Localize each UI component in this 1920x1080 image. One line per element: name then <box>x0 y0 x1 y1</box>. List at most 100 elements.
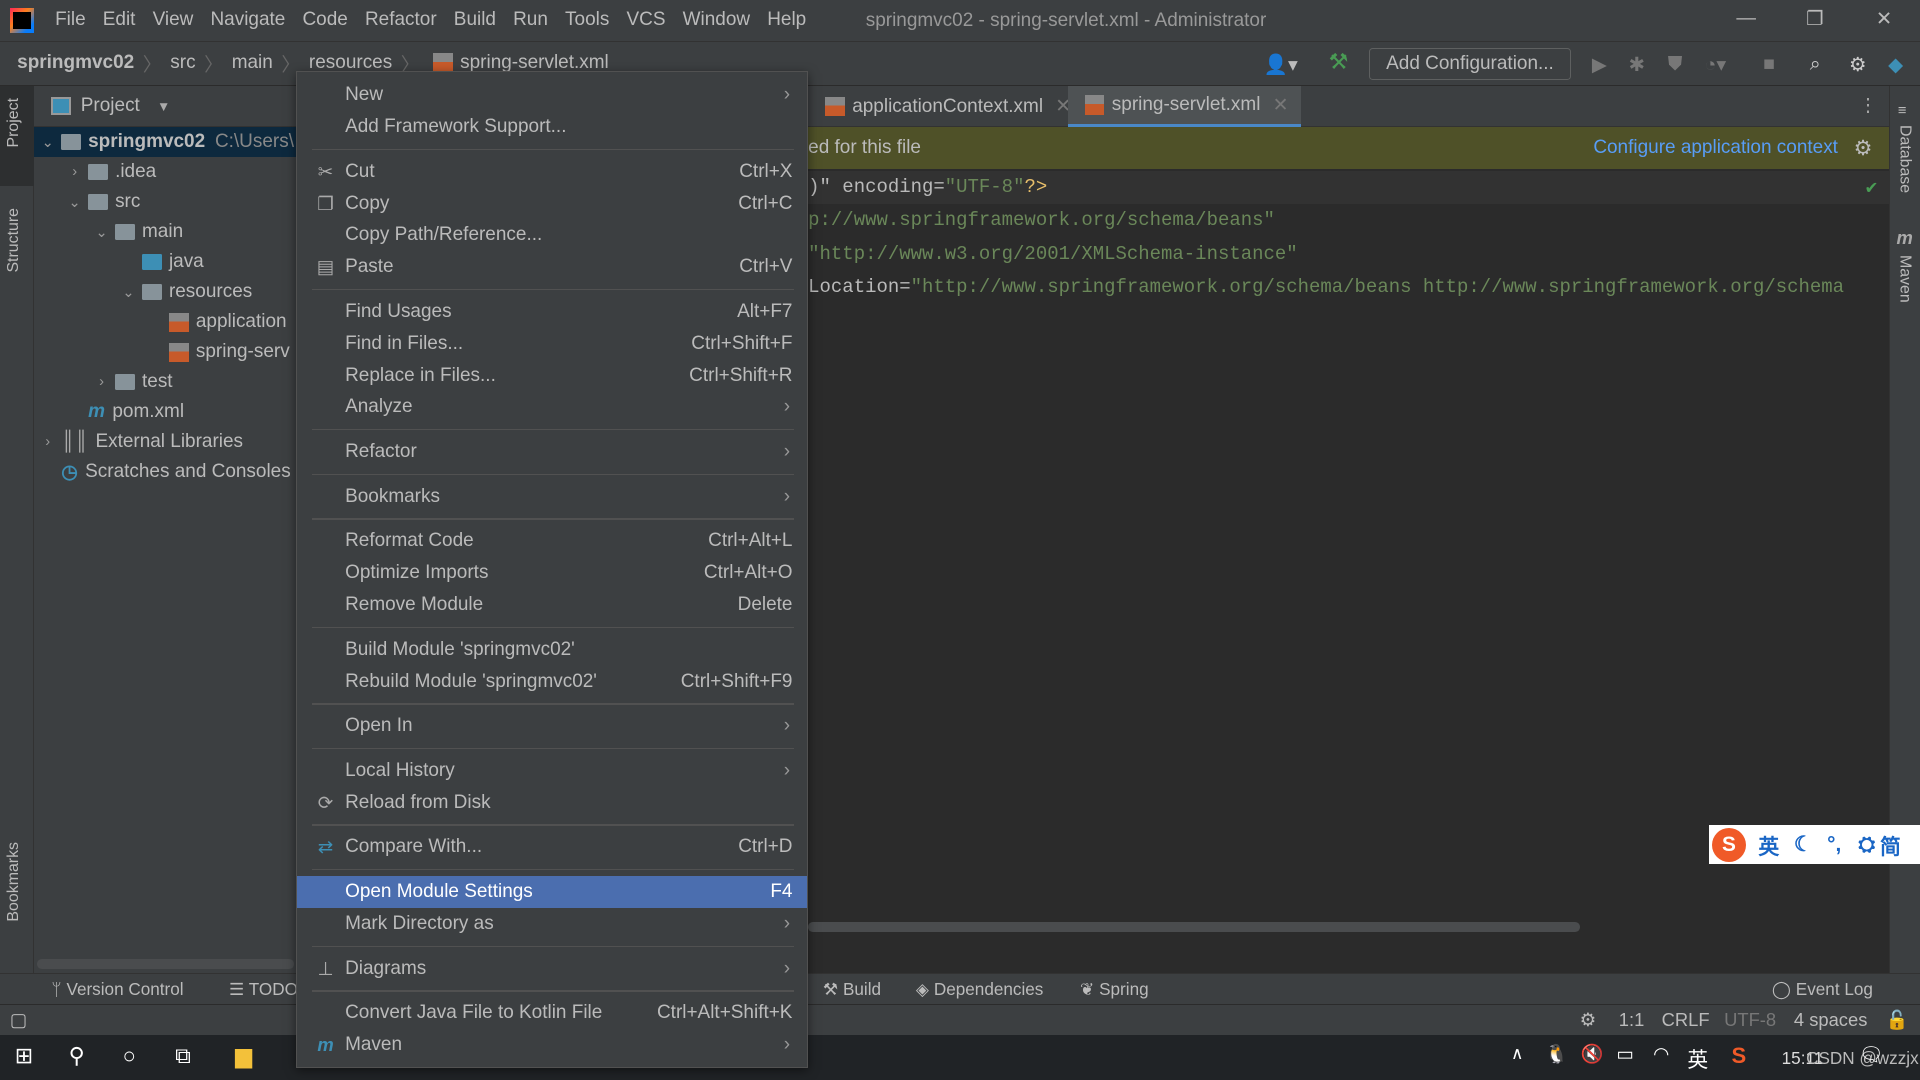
menu-view[interactable]: View <box>144 9 202 31</box>
chevron-down-icon[interactable]: ⌄ <box>39 134 56 151</box>
debug-icon[interactable]: ✱ <box>1629 53 1645 77</box>
menu-item-add-framework-support[interactable]: Add Framework Support... <box>297 111 807 143</box>
menu-item-convert-java-file-to-kotlin-file[interactable]: Convert Java File to Kotlin File Ctrl+Alt… <box>297 997 807 1029</box>
tree-item-test[interactable]: › test <box>34 367 296 397</box>
menu-build[interactable]: Build <box>445 9 504 31</box>
breadcrumb-src[interactable]: src <box>170 52 195 74</box>
more-tabs-icon[interactable]: ⋮ <box>1859 94 1877 116</box>
menu-item-open-in[interactable]: Open In › <box>297 710 807 742</box>
close-icon[interactable]: ✕ <box>1876 7 1892 31</box>
tab-applicationcontext-xml[interactable]: applicationContext.xml ✕ <box>808 86 1083 128</box>
menu-item-reformat-code[interactable]: Reformat Code Ctrl+Alt+L <box>297 526 807 558</box>
file-encoding[interactable]: UTF-8 <box>1724 1009 1776 1031</box>
close-tab-icon[interactable]: ✕ <box>1273 94 1289 117</box>
menu-item-bookmarks[interactable]: Bookmarks › <box>297 481 807 513</box>
task-view-icon[interactable]: ⧉ <box>175 1043 191 1069</box>
tree-item-java[interactable]: java <box>34 247 296 277</box>
menu-item-replace-in-files[interactable]: Replace in Files... Ctrl+Shift+R <box>297 360 807 392</box>
chevron-down-icon[interactable]: ⌄ <box>120 284 137 301</box>
line-separator[interactable]: CRLF <box>1662 1009 1710 1031</box>
volume-muted-icon[interactable]: 🔇 <box>1581 1043 1604 1065</box>
moon-icon[interactable]: ☾ <box>1794 832 1813 857</box>
cortana-icon[interactable]: ○ <box>122 1043 135 1069</box>
user-icon[interactable]: 👤▾ <box>1264 53 1298 77</box>
wifi-icon[interactable]: ◠ <box>1653 1043 1669 1065</box>
horizontal-scrollbar[interactable] <box>36 958 294 969</box>
profile-icon[interactable]: ◔▾ <box>1705 53 1727 77</box>
tab-project[interactable]: Project <box>5 98 23 148</box>
add-configuration-button[interactable]: Add Configuration... <box>1368 47 1572 80</box>
menu-item-optimize-imports[interactable]: Optimize Imports Ctrl+Alt+O <box>297 557 807 589</box>
tab-maven[interactable]: Maven <box>1895 255 1913 303</box>
tree-item-springmvc02[interactable]: ⌄ springmvc02 C:\Users\ <box>34 127 297 158</box>
tool-spring[interactable]: ❦ Spring <box>1080 979 1149 1000</box>
menu-item-compare-with[interactable]: ⇄ Compare With... Ctrl+D <box>297 832 807 864</box>
tree-item-application[interactable]: application <box>34 307 296 337</box>
stop-icon[interactable]: ■ <box>1763 53 1775 76</box>
tab-spring-servlet-xml[interactable]: spring-servlet.xml ✕ <box>1067 85 1301 128</box>
menu-edit[interactable]: Edit <box>94 9 144 31</box>
chevron-down-icon[interactable]: ▼ <box>157 99 170 114</box>
ime-mode[interactable]: 简 <box>1880 830 1901 860</box>
menu-item-refactor[interactable]: Refactor › <box>297 436 807 468</box>
battery-icon[interactable]: ▭ <box>1616 1043 1633 1065</box>
menu-item-copy[interactable]: ❐ Copy Ctrl+C <box>297 188 807 220</box>
menu-item-reload-from-disk[interactable]: ⟳ Reload from Disk <box>297 787 807 819</box>
tree-item-pom-xml[interactable]: m pom.xml <box>34 397 296 427</box>
search-icon[interactable]: ⌕ <box>1810 53 1821 76</box>
menu-refactor[interactable]: Refactor <box>356 9 445 31</box>
tool-version-control[interactable]: ᛘ Version Control <box>51 979 183 1000</box>
search-icon[interactable]: ⚲ <box>69 1043 85 1069</box>
input-language[interactable]: 英 <box>1687 1043 1708 1073</box>
breadcrumb-main[interactable]: main <box>232 52 273 74</box>
inspection-icon[interactable]: ⚙ <box>1580 1009 1596 1031</box>
tab-database[interactable]: Database <box>1895 125 1913 193</box>
menu-run[interactable]: Run <box>505 9 557 31</box>
menu-item-remove-module[interactable]: Remove Module Delete <box>297 589 807 621</box>
run-icon[interactable]: ▶ <box>1592 53 1607 77</box>
file-explorer-icon[interactable]: ▆ <box>235 1043 252 1069</box>
minimize-icon[interactable]: — <box>1736 7 1756 30</box>
menu-item-cut[interactable]: ✂ Cut Ctrl+X <box>297 156 807 188</box>
punctuation-icon[interactable]: °, <box>1827 833 1841 857</box>
tree-item-resources[interactable]: ⌄ resources <box>34 277 296 307</box>
menu-item-open-module-settings[interactable]: Open Module Settings F4 <box>297 876 808 909</box>
gear-icon[interactable]: ⚙ <box>1849 53 1867 77</box>
breadcrumb-project[interactable]: springmvc02 <box>17 52 134 74</box>
chevron-right-icon[interactable]: › <box>66 164 83 180</box>
tray-expand-icon[interactable]: ∧ <box>1511 1043 1524 1064</box>
chevron-down-icon[interactable]: ⌄ <box>93 224 110 241</box>
tool-event-log[interactable]: ◯ Event Log <box>1772 979 1873 1000</box>
menu-item-paste[interactable]: ▤ Paste Ctrl+V <box>297 251 807 283</box>
build-hammer-icon[interactable]: ⚒ <box>1329 49 1349 75</box>
sogou-icon[interactable]: S <box>1731 1043 1746 1069</box>
ime-toolbar[interactable]: S 英 ☾ °, ⛭ 简 <box>1709 825 1920 865</box>
chevron-right-icon[interactable]: › <box>93 374 110 390</box>
menu-item-diagrams[interactable]: ⊥ Diagrams › <box>297 953 807 985</box>
tree-item-external-libraries[interactable]: › ║║ External Libraries <box>34 427 296 457</box>
menu-item-find-usages[interactable]: Find Usages Alt+F7 <box>297 296 807 328</box>
menu-item-rebuild-module-springmvc02[interactable]: Rebuild Module 'springmvc02' Ctrl+Shift+F… <box>297 666 807 698</box>
indent-setting[interactable]: 4 spaces <box>1794 1009 1867 1031</box>
chevron-down-icon[interactable]: ⌄ <box>66 194 83 211</box>
tree-item-main[interactable]: ⌄ main <box>34 217 296 247</box>
ime-language[interactable]: 英 <box>1758 830 1779 860</box>
chevron-right-icon[interactable]: › <box>39 434 56 450</box>
tab-structure[interactable]: Structure <box>5 208 23 273</box>
tree-item-spring-serv[interactable]: spring-serv <box>34 337 296 367</box>
coverage-icon[interactable]: ⛊ <box>1668 53 1683 76</box>
menu-item-analyze[interactable]: Analyze › <box>297 392 807 424</box>
menu-item-copy-path-reference[interactable]: Copy Path/Reference... <box>297 220 807 252</box>
configure-context-link[interactable]: Configure application context <box>1593 137 1838 159</box>
menu-item-find-in-files[interactable]: Find in Files... Ctrl+Shift+F <box>297 328 807 360</box>
restore-icon[interactable]: ❐ <box>1806 7 1824 31</box>
tab-bookmarks[interactable]: Bookmarks <box>5 842 23 922</box>
menu-item-mark-directory-as[interactable]: Mark Directory as › <box>297 908 807 940</box>
project-panel-header[interactable]: Project ▼ <box>34 86 297 128</box>
menu-help[interactable]: Help <box>759 9 815 31</box>
menu-item-local-history[interactable]: Local History › <box>297 755 807 787</box>
menu-window[interactable]: Window <box>674 9 759 31</box>
user-icon[interactable]: ⛭ <box>1858 833 1875 857</box>
gear-icon[interactable]: ⚙ <box>1854 136 1873 161</box>
tool-todo[interactable]: ☰ TODO <box>229 979 298 1000</box>
